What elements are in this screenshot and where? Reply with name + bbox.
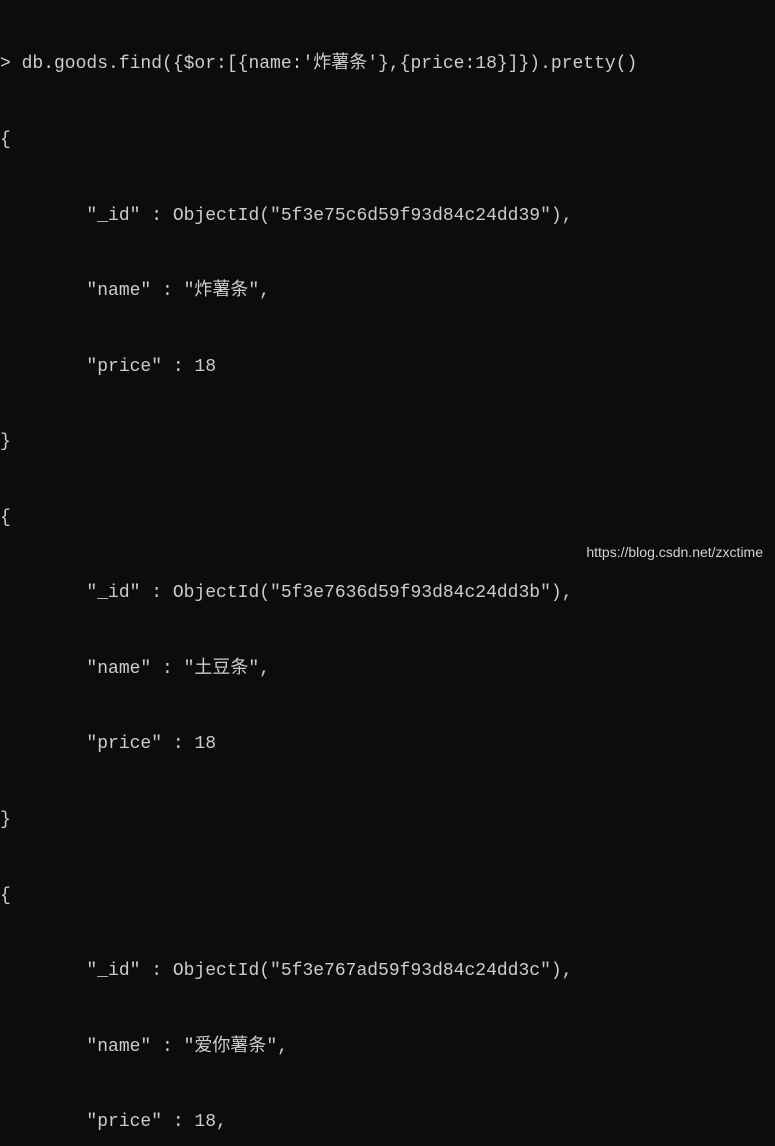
output-line: "name" : "炸薯条", — [0, 279, 775, 304]
output-line: "price" : 18 — [0, 355, 775, 380]
watermark-text: https://blog.csdn.net/zxctime — [586, 543, 763, 563]
output-line: } — [0, 808, 775, 833]
command-line: > db.goods.find({$or:[{name:'炸薯条'},{pric… — [0, 52, 775, 77]
output-line: } — [0, 430, 775, 455]
output-line: "_id" : ObjectId("5f3e75c6d59f93d84c24dd… — [0, 204, 775, 229]
output-line: "price" : 18, — [0, 1110, 775, 1135]
output-line: "_id" : ObjectId("5f3e7636d59f93d84c24dd… — [0, 581, 775, 606]
output-line: "price" : 18 — [0, 732, 775, 757]
terminal-output[interactable]: > db.goods.find({$or:[{name:'炸薯条'},{pric… — [0, 0, 775, 1146]
output-line: { — [0, 128, 775, 153]
output-line: "name" : "爱你薯条", — [0, 1035, 775, 1060]
output-line: "name" : "土豆条", — [0, 657, 775, 682]
output-line: { — [0, 506, 775, 531]
output-line: "_id" : ObjectId("5f3e767ad59f93d84c24dd… — [0, 959, 775, 984]
output-line: { — [0, 884, 775, 909]
